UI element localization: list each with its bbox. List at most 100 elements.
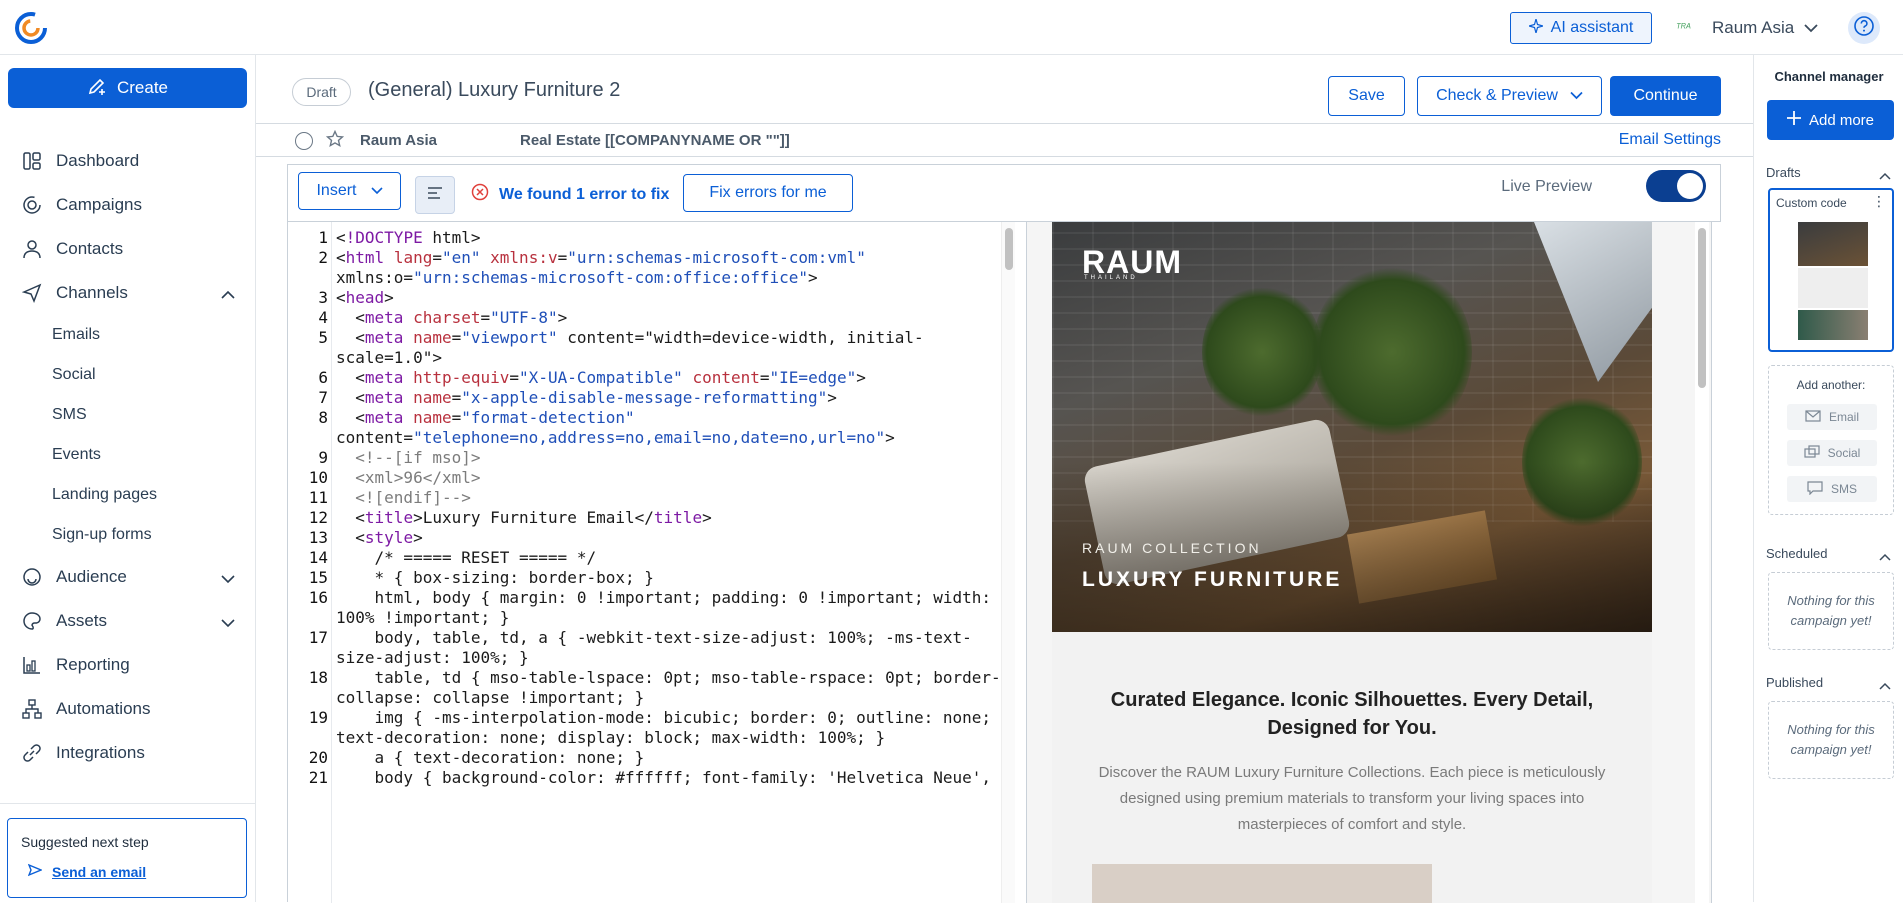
published-heading: Published xyxy=(1766,675,1824,690)
nav-item-automations[interactable]: Automations xyxy=(0,687,255,731)
add-more-label: Add more xyxy=(1808,111,1875,129)
add-another-label: Add another: xyxy=(1796,378,1866,392)
send-icon xyxy=(27,863,43,880)
drafts-heading: Drafts xyxy=(1766,165,1801,180)
chevron-up-icon[interactable] xyxy=(1879,677,1891,695)
chevron-up-icon[interactable] xyxy=(1879,167,1891,185)
line-number: 21 xyxy=(308,768,328,787)
nav-sub-emails[interactable]: Emails xyxy=(0,315,255,355)
error-circle-icon xyxy=(471,183,489,206)
product-image xyxy=(1092,864,1432,903)
draft-card[interactable]: Custom code ⋮ xyxy=(1768,188,1894,352)
intro-body: Discover the RAUM Luxury Furniture Colle… xyxy=(1098,764,1606,833)
ai-assistant-label: AI assistant xyxy=(1550,19,1634,36)
preview-edge xyxy=(1711,222,1722,903)
continue-button[interactable]: Continue xyxy=(1610,76,1721,116)
nav-sub-events[interactable]: Events xyxy=(0,435,255,475)
nav-item-integrations[interactable]: Integrations xyxy=(0,731,255,775)
palette-icon xyxy=(20,609,44,633)
star-icon[interactable] xyxy=(325,129,345,153)
nav-item-campaigns[interactable]: Campaigns xyxy=(0,183,255,227)
scroll-thumb[interactable] xyxy=(1698,228,1706,388)
send-email-link[interactable]: Send an email xyxy=(27,863,146,880)
published-empty: Nothing for this campaign yet! xyxy=(1768,701,1894,779)
select-radio[interactable] xyxy=(295,132,313,150)
chevron-down-icon xyxy=(1570,87,1583,105)
reporting-icon xyxy=(20,653,44,677)
toggle-knob xyxy=(1677,173,1703,199)
nav-sub-sms[interactable]: SMS xyxy=(0,395,255,435)
collection-label: RAUM COLLECTION xyxy=(1082,540,1262,556)
nav-label: Automations xyxy=(56,699,151,718)
app-logo-icon[interactable] xyxy=(14,11,48,45)
insert-button[interactable]: Insert xyxy=(298,172,401,210)
sms-icon xyxy=(1807,480,1823,498)
code-line: 21 body { background-color: #ffffff; fon… xyxy=(288,766,1008,790)
draft-thumbnail xyxy=(1798,222,1868,266)
ai-assistant-button[interactable]: AI assistant xyxy=(1510,12,1652,44)
format-code-button[interactable] xyxy=(415,176,455,214)
page-title[interactable]: (General) Luxury Furniture 2 xyxy=(368,79,620,102)
nav-label: Assets xyxy=(56,611,108,630)
hero-headline: LUXURY FURNITURE xyxy=(1082,568,1343,591)
code-pane[interactable]: 1 <!DOCTYPE html> 2 <html lang="en" xmlns:v… xyxy=(288,222,1015,903)
insert-label: Insert xyxy=(316,182,357,199)
preview-scrollbar[interactable] xyxy=(1695,222,1709,903)
scheduled-empty: Nothing for this campaign yet! xyxy=(1768,572,1894,650)
plus-icon xyxy=(1786,111,1801,129)
nav-item-channels[interactable]: Channels xyxy=(0,271,255,315)
nav-item-contacts[interactable]: Contacts xyxy=(0,227,255,271)
create-button[interactable]: Create xyxy=(8,68,247,108)
live-preview-pane[interactable]: RAUM THAILAND RAUM COLLECTION LUXURY FUR… xyxy=(1026,222,1722,903)
nav-item-reporting[interactable]: Reporting xyxy=(0,643,255,687)
nav-sub-social[interactable]: Social xyxy=(0,355,255,395)
campaign-header: Draft (General) Luxury Furniture 2 Save … xyxy=(256,55,1753,123)
chevron-down-icon xyxy=(221,569,235,589)
account-switcher[interactable]: ᵀᴿᴬ Raum Asia xyxy=(1676,16,1818,40)
check-preview-button[interactable]: Check & Preview xyxy=(1417,76,1602,116)
nav-sub-signup-forms[interactable]: Sign-up forms xyxy=(0,515,255,555)
account-logo: ᵀᴿᴬ xyxy=(1676,22,1691,34)
add-email-label: Email xyxy=(1828,410,1859,424)
nav-sub-landing-pages[interactable]: Landing pages xyxy=(0,475,255,515)
nav-label: Campaigns xyxy=(56,195,142,214)
nav-label: Dashboard xyxy=(56,151,140,170)
code-scrollbar[interactable] xyxy=(1001,222,1015,903)
align-left-icon xyxy=(427,186,443,205)
save-button[interactable]: Save xyxy=(1328,76,1405,116)
nav-item-audience[interactable]: Audience xyxy=(0,555,255,599)
nav-item-assets[interactable]: Assets xyxy=(0,599,255,643)
sidebar-divider xyxy=(0,803,255,804)
intro-section: Curated Elegance. Iconic Silhouettes. Ev… xyxy=(1052,632,1652,903)
hero-image: RAUM THAILAND RAUM COLLECTION LUXURY FUR… xyxy=(1052,222,1652,632)
help-button[interactable] xyxy=(1848,12,1880,44)
email-settings-link[interactable]: Email Settings xyxy=(1619,131,1721,149)
channel-manager: Channel manager Add more Drafts Custom c… xyxy=(1753,55,1903,902)
chevron-up-icon[interactable] xyxy=(1879,548,1891,566)
nav-label: Integrations xyxy=(56,743,145,762)
help-icon xyxy=(1853,15,1875,42)
nav-label: Reporting xyxy=(56,655,130,674)
send-icon xyxy=(20,281,44,305)
suggested-next-step: Suggested next step Send an email xyxy=(7,818,247,898)
scroll-thumb[interactable] xyxy=(1005,228,1013,270)
create-label: Create xyxy=(116,78,169,97)
add-sms-label: SMS xyxy=(1830,482,1857,496)
more-vertical-icon[interactable]: ⋮ xyxy=(1872,193,1886,210)
mail-icon xyxy=(1805,409,1821,425)
add-social-button[interactable]: Social xyxy=(1787,440,1877,466)
add-more-button[interactable]: Add more xyxy=(1767,100,1894,140)
add-email-button[interactable]: Email xyxy=(1787,404,1877,430)
code-editor-frame: Insert We found 1 error to fix Fix error… xyxy=(287,164,1722,903)
code-text: body { background-color: #ffffff; font-f… xyxy=(336,768,992,787)
add-sms-button[interactable]: SMS xyxy=(1787,476,1877,502)
fix-errors-button[interactable]: Fix errors for me xyxy=(683,174,853,212)
nav-item-dashboard[interactable]: Dashboard xyxy=(0,139,255,183)
contacts-icon xyxy=(20,237,44,261)
plant xyxy=(1202,282,1322,422)
error-notice: We found 1 error to fix xyxy=(471,183,669,206)
social-icon xyxy=(1804,444,1820,462)
nav-label: Channels xyxy=(56,283,128,302)
status-badge: Draft xyxy=(292,78,351,106)
live-preview-toggle[interactable] xyxy=(1646,170,1706,202)
